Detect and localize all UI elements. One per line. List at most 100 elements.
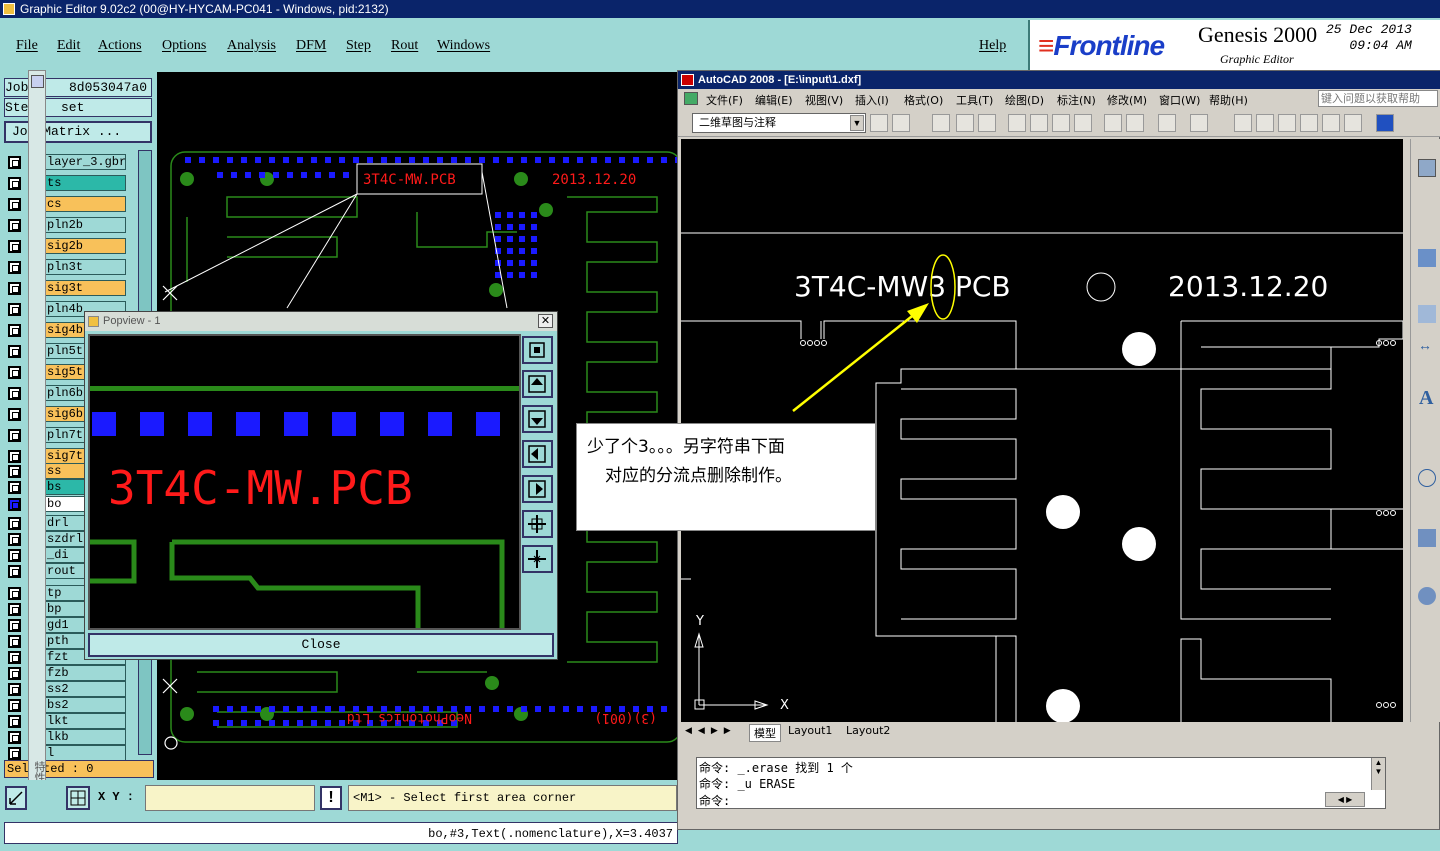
autocad-title-bar[interactable]: AutoCAD 2008 - [E:\input\1.dxf]	[678, 71, 1440, 89]
layer-checkbox[interactable]	[8, 747, 21, 760]
layer-row[interactable]: fzb	[4, 665, 128, 682]
popview-pan-up-icon[interactable]	[522, 370, 553, 398]
layer-checkbox[interactable]	[8, 587, 21, 600]
navigate-icon[interactable]	[1418, 587, 1436, 605]
layer-checkbox[interactable]	[8, 517, 21, 530]
layer-checkbox[interactable]	[8, 635, 21, 648]
redo-icon[interactable]	[1190, 114, 1208, 132]
tab-layout2[interactable]: Layout2	[846, 724, 890, 737]
layer-checkbox[interactable]	[8, 240, 21, 253]
menu-edit[interactable]: Edit	[57, 38, 80, 54]
menu-dfm[interactable]: DFM	[296, 38, 326, 54]
layer-name[interactable]: lkt	[44, 713, 126, 729]
alert-icon[interactable]: !	[320, 786, 342, 810]
ac-menu-window[interactable]: 窗口(W)	[1159, 92, 1200, 108]
layer-checkbox[interactable]	[8, 408, 21, 421]
layer-checkbox[interactable]	[8, 261, 21, 274]
layer-checkbox[interactable]	[8, 731, 21, 744]
layer-name[interactable]: lkb	[44, 729, 126, 745]
layer-row[interactable]: pln2b	[4, 217, 128, 234]
layer-name[interactable]: ss2	[44, 681, 126, 697]
ac-menu-view[interactable]: 视图(V)	[805, 92, 843, 108]
print-icon[interactable]	[1008, 114, 1026, 132]
layer-checkbox[interactable]	[8, 667, 21, 680]
xy-input[interactable]	[145, 785, 315, 811]
layer-row[interactable]: ts	[4, 175, 128, 192]
layer-checkbox[interactable]	[8, 465, 21, 478]
layer-checkbox[interactable]	[8, 177, 21, 190]
menu-actions[interactable]: Actions	[98, 38, 142, 54]
step-value[interactable]: set	[44, 98, 152, 117]
layer-checkbox[interactable]	[8, 429, 21, 442]
help-search-input[interactable]: 键入问题以获取帮助	[1318, 90, 1438, 107]
menu-analysis[interactable]: Analysis	[227, 38, 276, 54]
new-file-icon[interactable]	[932, 114, 950, 132]
popview-zoom-in-icon[interactable]	[522, 510, 553, 538]
popview-close-icon[interactable]: ✕	[538, 314, 553, 328]
command-line[interactable]: 命令: _.erase 找到 1 个 命令: _u ERASE 命令: ▲ ▼ ◀…	[696, 757, 1386, 809]
tool-palettes-icon[interactable]	[1278, 114, 1296, 132]
leader-icon[interactable]	[1418, 469, 1436, 487]
ac-menu-tools[interactable]: 工具(T)	[956, 92, 993, 108]
layer-checkbox[interactable]	[8, 366, 21, 379]
ac-menu-format[interactable]: 格式(O)	[904, 92, 943, 108]
layer-checkbox[interactable]	[8, 324, 21, 337]
popview-pan-left-icon[interactable]	[522, 440, 553, 468]
layer-checkbox[interactable]	[8, 699, 21, 712]
workspace-select[interactable]: 二维草图与注释 ▼	[692, 113, 866, 133]
cut-icon[interactable]	[1104, 114, 1122, 132]
layers-icon[interactable]	[1418, 159, 1436, 177]
job-matrix-button[interactable]: Job Matrix ...	[4, 121, 152, 143]
layer-row[interactable]: sig3t	[4, 280, 128, 297]
match-properties-icon[interactable]	[1126, 114, 1144, 132]
workspace-settings-icon[interactable]	[870, 114, 888, 132]
layer-row[interactable]: lkt	[4, 713, 128, 730]
menu-file[interactable]: File	[16, 38, 38, 54]
menu-windows[interactable]: Windows	[437, 38, 490, 54]
ac-menu-file[interactable]: 文件(F)	[706, 92, 743, 108]
tool-icon[interactable]	[1418, 305, 1436, 323]
tab-nav-arrows-icon[interactable]: ◀◀▶▶	[685, 725, 737, 736]
layer-checkbox[interactable]	[8, 498, 21, 511]
ac-menu-draw[interactable]: 绘图(D)	[1005, 92, 1044, 108]
layer-name[interactable]: sig3t	[44, 280, 126, 296]
menu-rout[interactable]: Rout	[391, 38, 418, 54]
tab-model[interactable]: 模型	[749, 724, 781, 742]
layer-checkbox[interactable]	[8, 387, 21, 400]
layer-name[interactable]: l	[44, 745, 126, 761]
3d-dwf-icon[interactable]	[1074, 114, 1092, 132]
vertical-properties-tab[interactable]: 特性	[28, 70, 46, 820]
layer-checkbox[interactable]	[8, 533, 21, 546]
layer-checkbox[interactable]	[8, 603, 21, 616]
layer-name[interactable]: pln2b	[44, 217, 126, 233]
save-icon[interactable]	[978, 114, 996, 132]
ac-menu-dimension[interactable]: 标注(N)	[1057, 92, 1096, 108]
layer-name[interactable]: cs	[44, 196, 126, 212]
select-tool-icon[interactable]	[5, 786, 27, 810]
workspace-lock-icon[interactable]	[892, 114, 910, 132]
chevron-down-icon[interactable]: ▼	[850, 115, 864, 131]
layer-name[interactable]: bs2	[44, 697, 126, 713]
layer-row[interactable]: cs	[4, 196, 128, 213]
popview-pan-right-icon[interactable]	[522, 475, 553, 503]
job-value[interactable]: 8d053047a0	[44, 78, 152, 97]
command-h-scrollbar[interactable]: ◀ ▶	[1325, 792, 1365, 807]
close-icon[interactable]	[31, 75, 44, 88]
layer-checkbox[interactable]	[8, 450, 21, 463]
popview-pan-down-icon[interactable]	[522, 405, 553, 433]
command-prompt[interactable]: 命令:	[699, 792, 730, 809]
linear-dimension-icon[interactable]: ↔	[1418, 337, 1432, 353]
command-scrollbar[interactable]: ▲ ▼	[1371, 758, 1385, 790]
open-file-icon[interactable]	[956, 114, 974, 132]
dimension-icon[interactable]	[1418, 249, 1436, 267]
layer-row[interactable]: bs2	[4, 697, 128, 714]
markup-icon[interactable]	[1322, 114, 1340, 132]
document-icon[interactable]	[684, 92, 698, 105]
publish-icon[interactable]	[1052, 114, 1070, 132]
layer-checkbox[interactable]	[8, 282, 21, 295]
layer-row[interactable]: sig2b	[4, 238, 128, 255]
layer-name[interactable]: sig2b	[44, 238, 126, 254]
layer-checkbox[interactable]	[8, 198, 21, 211]
ac-menu-insert[interactable]: 插入(I)	[855, 92, 889, 108]
popview-zoom-fit-icon[interactable]	[522, 336, 553, 364]
